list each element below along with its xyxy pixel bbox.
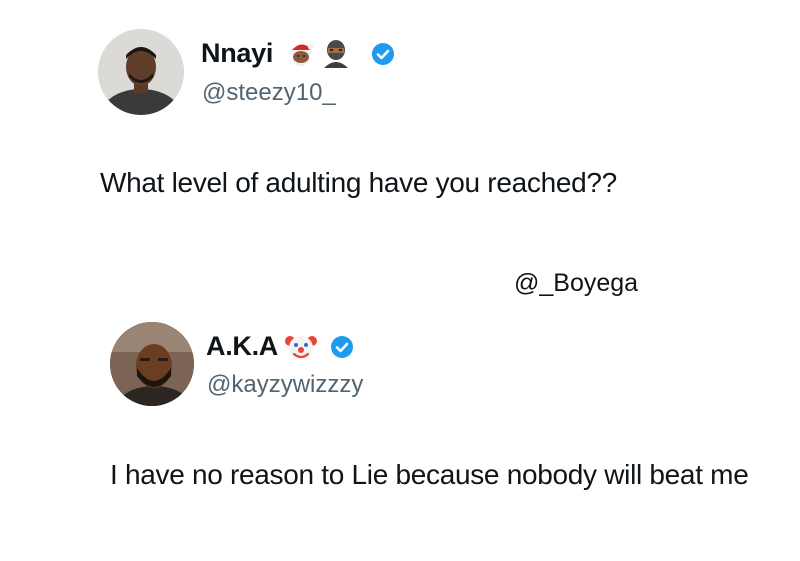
santa-emoji (290, 44, 314, 66)
display-name[interactable]: Nnayi (201, 38, 273, 69)
avatar-image (98, 29, 184, 115)
tweet-text: What level of adulting have you reached?… (100, 167, 617, 198)
avatar[interactable] (110, 322, 194, 406)
verified-badge-icon (372, 43, 394, 65)
display-name[interactable]: A.K.A (206, 331, 278, 362)
ninja-emoji (324, 40, 348, 68)
avatar-image (110, 322, 194, 406)
user-handle[interactable]: @steezy10_ (202, 79, 336, 107)
verified-badge-icon (331, 336, 353, 358)
tweet-card-aka: A.K.A @kayzywizzzy I have no reason to L… (0, 300, 800, 561)
tweet-card-nnayi: Nnayi @steezy10_ What level of adulting … (0, 0, 800, 260)
avatar[interactable] (98, 29, 184, 115)
clown-emoji (285, 336, 317, 360)
user-handle[interactable]: @kayzywizzzy (207, 371, 363, 399)
mention-link[interactable]: @_Boyega (514, 269, 638, 298)
tweet-text: I have no reason to Lie because nobody w… (110, 459, 749, 490)
